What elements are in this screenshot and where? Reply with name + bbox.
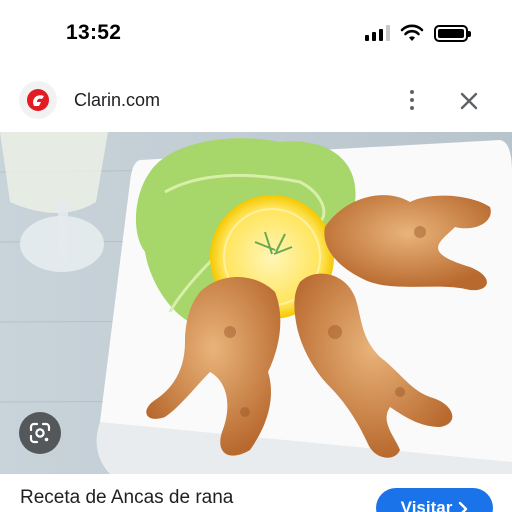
source-header: Clarin.com — [0, 68, 512, 132]
clarin-logo-icon[interactable] — [19, 81, 57, 119]
cellular-signal-icon — [365, 25, 390, 41]
result-title[interactable]: Receta de Ancas de rana — [20, 487, 233, 509]
chevron-right-icon — [459, 501, 468, 512]
wifi-icon — [400, 24, 424, 41]
close-icon[interactable] — [454, 86, 484, 116]
visit-button[interactable]: Visitar — [376, 488, 493, 512]
frog-legs-dish-photo[interactable] — [0, 132, 512, 474]
status-icons — [365, 24, 471, 42]
site-name[interactable]: Clarin.com — [74, 90, 160, 111]
status-time: 13:52 — [66, 21, 122, 44]
google-lens-button[interactable] — [19, 412, 61, 454]
visit-button-label: Visitar — [400, 498, 453, 512]
more-options-button[interactable] — [398, 85, 426, 115]
status-bar: 13:52 — [0, 0, 512, 68]
battery-icon — [434, 24, 471, 42]
more-vert-icon — [410, 90, 414, 94]
google-lens-icon — [29, 422, 51, 444]
